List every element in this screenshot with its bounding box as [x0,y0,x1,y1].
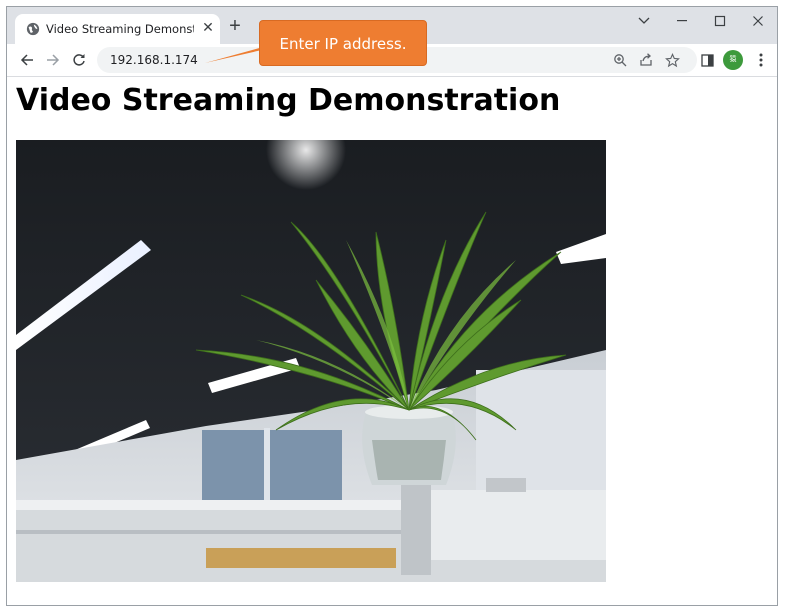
zoom-icon[interactable] [611,51,629,69]
video-frame [16,140,606,582]
back-icon[interactable] [17,50,37,70]
ip-address-callout: Enter IP address. [259,20,427,66]
page-content: Video Streaming Demonstration [7,77,777,605]
close-icon[interactable]: ✕ [200,19,216,35]
star-icon[interactable] [663,51,681,69]
minimize-icon[interactable] [663,7,701,35]
forward-icon[interactable] [43,50,63,70]
share-icon[interactable] [637,51,655,69]
reload-icon[interactable] [69,50,89,70]
profile-avatar[interactable]: 猿 [723,50,743,70]
tab-title: Video Streaming Demonstration [46,22,194,36]
callout-text: Enter IP address. [279,35,407,53]
close-icon[interactable] [739,7,777,35]
browser-window: Video Streaming Demonstration ✕ + [6,6,778,606]
maximize-icon[interactable] [701,7,739,35]
browser-tab[interactable]: Video Streaming Demonstration ✕ [15,14,220,44]
url-text: 192.168.1.174 [110,53,198,67]
chevron-down-icon[interactable] [625,7,663,35]
camera-stream-image [16,140,606,582]
menu-icon[interactable] [751,50,771,70]
plus-icon[interactable]: + [225,16,245,36]
sidebar-icon[interactable] [697,50,717,70]
page-title: Video Streaming Demonstration [16,83,561,118]
globe-icon [26,22,40,36]
